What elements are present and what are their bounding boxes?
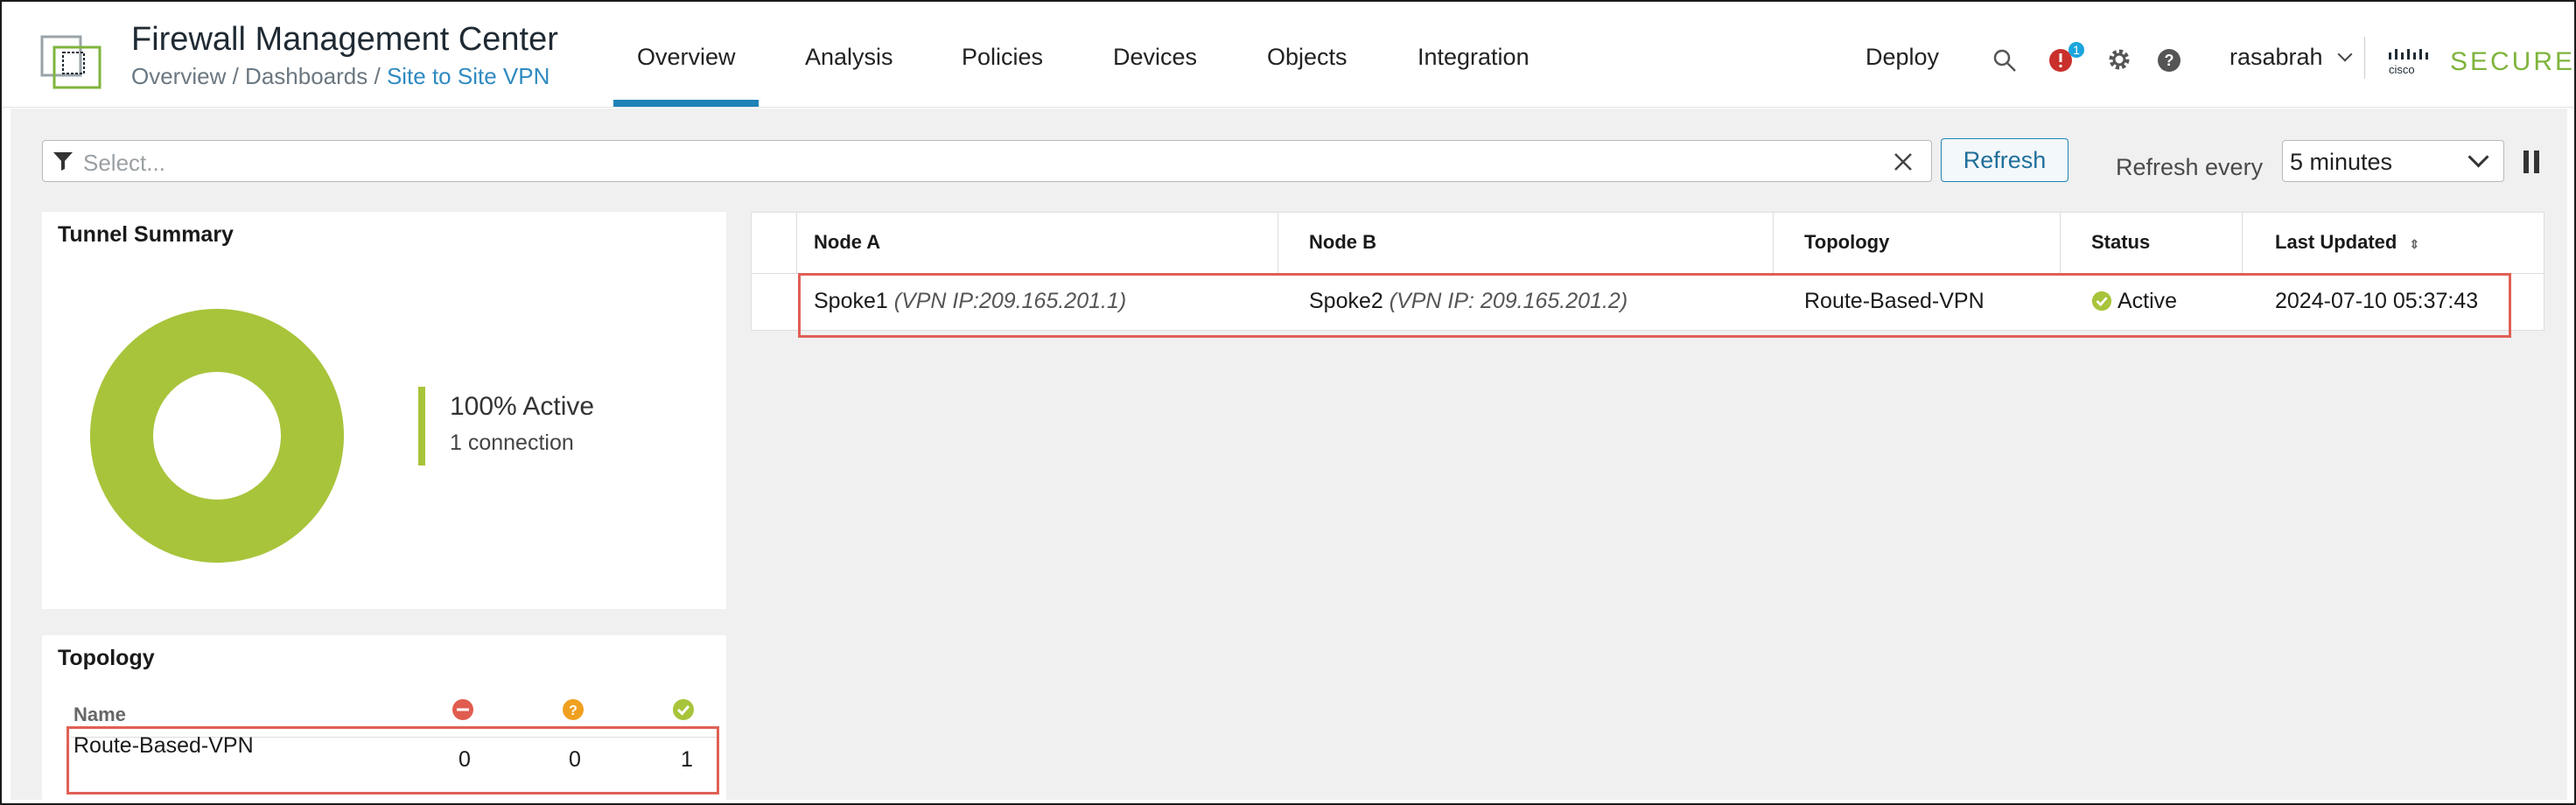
brand-secure: SECURE: [2450, 47, 2576, 76]
topology-col-name: Name: [74, 704, 126, 725]
tunnel-summary-title: Tunnel Summary: [58, 222, 234, 247]
top-header: Firewall Management Center Overview / Da…: [2, 2, 2574, 108]
tab-objects[interactable]: Objects: [1267, 44, 1348, 71]
tab-integration[interactable]: Integration: [1418, 44, 1530, 71]
filter-input[interactable]: Select...: [42, 140, 1932, 182]
refresh-button[interactable]: Refresh: [1941, 138, 2068, 182]
svg-text:cisco: cisco: [2389, 63, 2415, 76]
col-header-last-updated[interactable]: Last Updated ⇕: [2275, 231, 2419, 254]
active-tab-indicator: [613, 100, 759, 107]
breadcrumb-current: Site to Site VPN: [386, 63, 550, 89]
user-menu[interactable]: rasabrah: [2230, 44, 2353, 71]
table-row-highlight: [798, 273, 2511, 338]
user-name: rasabrah: [2230, 44, 2323, 70]
pause-icon[interactable]: [2522, 149, 2543, 175]
breadcrumb-overview[interactable]: Overview: [131, 63, 226, 89]
alert-count-badge: 1: [2068, 42, 2084, 58]
fmc-logo-icon: [40, 35, 102, 89]
col-separator: [2242, 212, 2243, 273]
filter-icon: [53, 152, 73, 171]
last-updated-label: Last Updated: [2275, 231, 2398, 253]
sort-icon: ⇕: [2409, 237, 2420, 251]
chevron-down-icon: [2337, 46, 2353, 62]
svg-text:?: ?: [2165, 52, 2174, 69]
active-percentage: 100% Active: [450, 392, 595, 421]
status-down-icon: [452, 699, 473, 720]
col-separator: [2060, 212, 2061, 273]
header-divider: [2364, 37, 2365, 79]
col-header-node-a[interactable]: Node A: [814, 231, 880, 254]
col-header-status[interactable]: Status: [2091, 231, 2150, 254]
topology-row-highlight: [66, 726, 719, 794]
connection-count: 1 connection: [450, 430, 574, 455]
help-icon[interactable]: ?: [2156, 47, 2182, 74]
filter-placeholder: Select...: [83, 150, 165, 176]
refresh-every-label: Refresh every: [2116, 154, 2264, 180]
refresh-interval-value: 5 minutes: [2290, 149, 2393, 175]
chevron-down-icon: [2468, 146, 2489, 168]
refresh-interval-select[interactable]: 5 minutes: [2282, 140, 2504, 182]
status-unknown-icon: ?: [563, 699, 584, 720]
gear-icon[interactable]: [2105, 46, 2133, 74]
tab-analysis[interactable]: Analysis: [805, 44, 893, 71]
col-separator: [1773, 212, 1774, 273]
clear-filter-icon[interactable]: [1893, 151, 1914, 172]
donut-active-slice: [90, 309, 344, 563]
breadcrumb: Overview / Dashboards / Site to Site VPN: [131, 63, 550, 89]
col-header-topology[interactable]: Topology: [1804, 231, 1889, 254]
tab-policies[interactable]: Policies: [962, 44, 1043, 71]
app-title: Firewall Management Center: [131, 21, 558, 58]
breadcrumb-dashboards[interactable]: Dashboards: [245, 63, 368, 89]
tab-overview[interactable]: Overview: [637, 44, 736, 71]
col-separator: [796, 212, 797, 273]
tunnel-donut-chart: [90, 309, 344, 563]
col-header-node-b[interactable]: Node B: [1309, 231, 1376, 254]
tab-devices[interactable]: Devices: [1113, 44, 1197, 71]
search-icon[interactable]: [1992, 47, 2018, 74]
svg-text:?: ?: [569, 704, 578, 718]
topology-title: Topology: [58, 646, 155, 670]
cisco-logo-icon: cisco: [2389, 49, 2428, 76]
status-up-icon: [673, 699, 694, 720]
legend-swatch-active: [418, 387, 425, 466]
deploy-button[interactable]: Deploy: [1866, 44, 1939, 71]
